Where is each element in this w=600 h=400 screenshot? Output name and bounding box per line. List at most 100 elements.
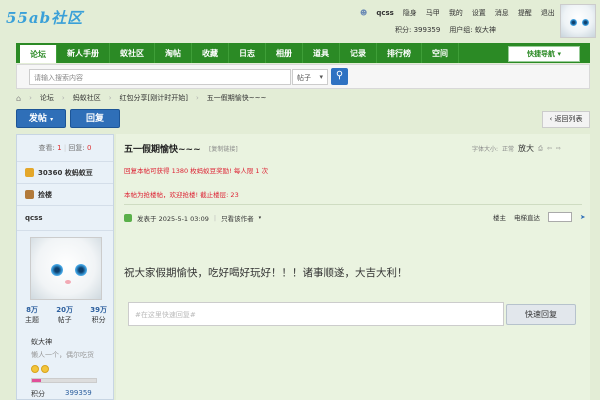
level-progress-fill <box>32 379 41 382</box>
quick-reply-input[interactable]: #在这里快速回复# <box>128 302 504 326</box>
points-value: 399359 <box>65 389 92 397</box>
medal-icon <box>31 365 39 373</box>
quick-nav-label: 快捷导航 <box>527 50 556 58</box>
cat-eye-icon <box>51 264 63 276</box>
nav-records[interactable]: 记录 <box>340 43 377 63</box>
medal-icon <box>41 365 49 373</box>
breadcrumb-forum[interactable]: 论坛 <box>40 93 54 103</box>
site-logo[interactable]: 55ab社区 <box>6 7 83 28</box>
thread-stats: 查看: 1 | 回复: 0 <box>17 135 113 162</box>
chevron-down-icon: ▾ <box>50 116 54 123</box>
next-thread-icon[interactable]: ⇨ <box>556 145 561 152</box>
nav-collections[interactable]: 淘帖 <box>155 43 192 63</box>
floor-grab-icon <box>25 190 34 199</box>
new-post-button[interactable]: 发帖 ▾ <box>16 109 66 128</box>
nav-ranking[interactable]: 排行榜 <box>377 43 422 63</box>
stat-value: 39万 <box>90 306 107 314</box>
nav-space[interactable]: 空间 <box>422 43 459 63</box>
nav-favorites[interactable]: 收藏 <box>192 43 229 63</box>
breadcrumb-sep: › <box>61 94 65 102</box>
author-avatar[interactable] <box>30 237 102 300</box>
breadcrumb-community[interactable]: 蚂蚁社区 <box>73 93 101 103</box>
reminders-link[interactable]: 提醒 <box>518 8 532 18</box>
username-link[interactable]: qcss <box>376 9 394 17</box>
author-only-link[interactable]: 只看该作者 <box>221 213 254 223</box>
breadcrumb: ⌂ › 论坛 › 蚂蚁社区 › 红包分享[刚计时开始] › 五一假期愉快~~~ <box>16 93 266 103</box>
my-menu-link[interactable]: 我的 <box>449 8 463 18</box>
divider <box>124 204 582 205</box>
go-arrow-icon[interactable]: ➤ <box>580 213 585 221</box>
stat-label: 积分 <box>91 316 106 324</box>
settings-link[interactable]: 设置 <box>472 8 486 18</box>
user-summary: 积分: 399359 用户组: 蚁大神 <box>395 25 496 35</box>
coin-icon <box>25 168 34 177</box>
meta-separator: | <box>213 214 217 222</box>
nav-props[interactable]: 道具 <box>303 43 340 63</box>
font-size-control: 字体大小: 正常 放大 ⎙ ⇦ ⇨ <box>472 143 561 154</box>
font-normal-button[interactable]: 正常 <box>502 144 514 153</box>
floor-grab-label: 捡楼 <box>38 190 52 199</box>
cat-eye-icon <box>582 19 589 26</box>
jump-floor-input[interactable] <box>548 212 572 222</box>
return-list-button[interactable]: ‹ 返回列表 <box>542 111 590 128</box>
quick-reply-button[interactable]: 快速回复 <box>506 304 576 325</box>
reply-reward-notice: 回复本帖可获得 1380 枚蚂蚁豆奖励! 每人限 1 次 <box>124 167 269 175</box>
stat-points[interactable]: 39万积分 <box>90 305 107 325</box>
print-icon[interactable]: ⎙ <box>538 145 543 153</box>
chevron-down-icon: ▾ <box>258 215 262 221</box>
chevron-down-icon: ▾ <box>319 73 323 81</box>
stat-label: 主题 <box>25 316 39 324</box>
thread-title: 五一假期愉快~~~ <box>124 145 201 155</box>
post-meta: 发表于 2025-5-1 03:09 | 只看该作者 ▾ <box>124 213 261 223</box>
stat-posts[interactable]: 20万 帖子 <box>56 305 73 325</box>
nav-newbie-guide[interactable]: 新人手册 <box>57 43 110 63</box>
author-points: 积分 399359 <box>31 389 92 399</box>
logout-link[interactable]: 退出 <box>541 8 555 18</box>
chevron-left-icon: ‹ <box>549 115 553 123</box>
breadcrumb-thread[interactable]: 五一假期愉快~~~ <box>207 93 267 103</box>
floor-label: 楼主 <box>493 214 506 222</box>
breadcrumb-sep: › <box>29 94 32 102</box>
nav-album[interactable]: 相册 <box>266 43 303 63</box>
chevron-down-icon: ▾ <box>557 50 561 58</box>
replies-label: 回复: <box>68 144 85 152</box>
search-bar: 请输入搜索内容 帖子 ▾ ⚲ <box>16 64 590 89</box>
floor-grab[interactable]: 捡楼 <box>17 184 113 206</box>
points-label: 积分 <box>31 390 45 398</box>
messages-link[interactable]: 消息 <box>495 8 509 18</box>
post-floor-tools: 楼主 电梯直达 ➤ <box>493 212 585 222</box>
author-name[interactable]: qcss <box>17 206 113 231</box>
home-icon[interactable]: ⌂ <box>16 94 21 103</box>
search-type-select[interactable]: 帖子 ▾ <box>292 69 328 85</box>
online-status-icon <box>124 214 132 222</box>
reply-button[interactable]: 回复 <box>70 109 120 128</box>
user-group-link[interactable]: 用户组: 蚁大神 <box>449 25 496 35</box>
breadcrumb-board[interactable]: 红包分享[刚计时开始] <box>120 93 188 103</box>
author-medals <box>31 365 49 373</box>
copy-link-button[interactable]: [复制链接] <box>209 144 238 153</box>
quick-nav-button[interactable]: 快捷导航 ▾ <box>508 46 580 62</box>
stat-value: 8万 <box>26 306 38 314</box>
prev-thread-icon[interactable]: ⇦ <box>547 145 552 152</box>
post-content: 祝大家假期愉快，吃好喝好玩好！！！诸事顺遂，大吉大利！ <box>124 267 408 279</box>
nav-blog[interactable]: 日志 <box>229 43 266 63</box>
search-type-value: 帖子 <box>297 74 311 82</box>
search-input[interactable]: 请输入搜索内容 <box>29 69 291 85</box>
level-progress-bar <box>31 378 97 383</box>
points-link[interactable]: 积分: 399359 <box>395 25 440 35</box>
views-label: 查看: <box>38 144 55 152</box>
coin-reward[interactable]: 30360 枚蚂蚁豆 <box>17 162 113 184</box>
post-date: 发表于 2025-5-1 03:09 <box>137 215 209 223</box>
invisible-link[interactable]: 隐身 <box>403 8 417 18</box>
font-large-button[interactable]: 放大 <box>518 143 534 154</box>
cat-eye-icon <box>570 19 577 26</box>
nav-forum[interactable]: 论坛 <box>20 45 57 63</box>
font-size-label: 字体大小: <box>472 146 499 153</box>
alt-account-link[interactable]: 马甲 <box>426 8 440 18</box>
user-avatar[interactable] <box>560 4 596 38</box>
stat-threads[interactable]: 8万主题 <box>25 305 39 325</box>
search-button[interactable]: ⚲ <box>331 68 348 85</box>
views-count: 1 <box>57 144 62 152</box>
nav-community[interactable]: 蚁社区 <box>110 43 155 63</box>
author-motto: 懒人一个，偶尔吃货 <box>31 351 94 359</box>
